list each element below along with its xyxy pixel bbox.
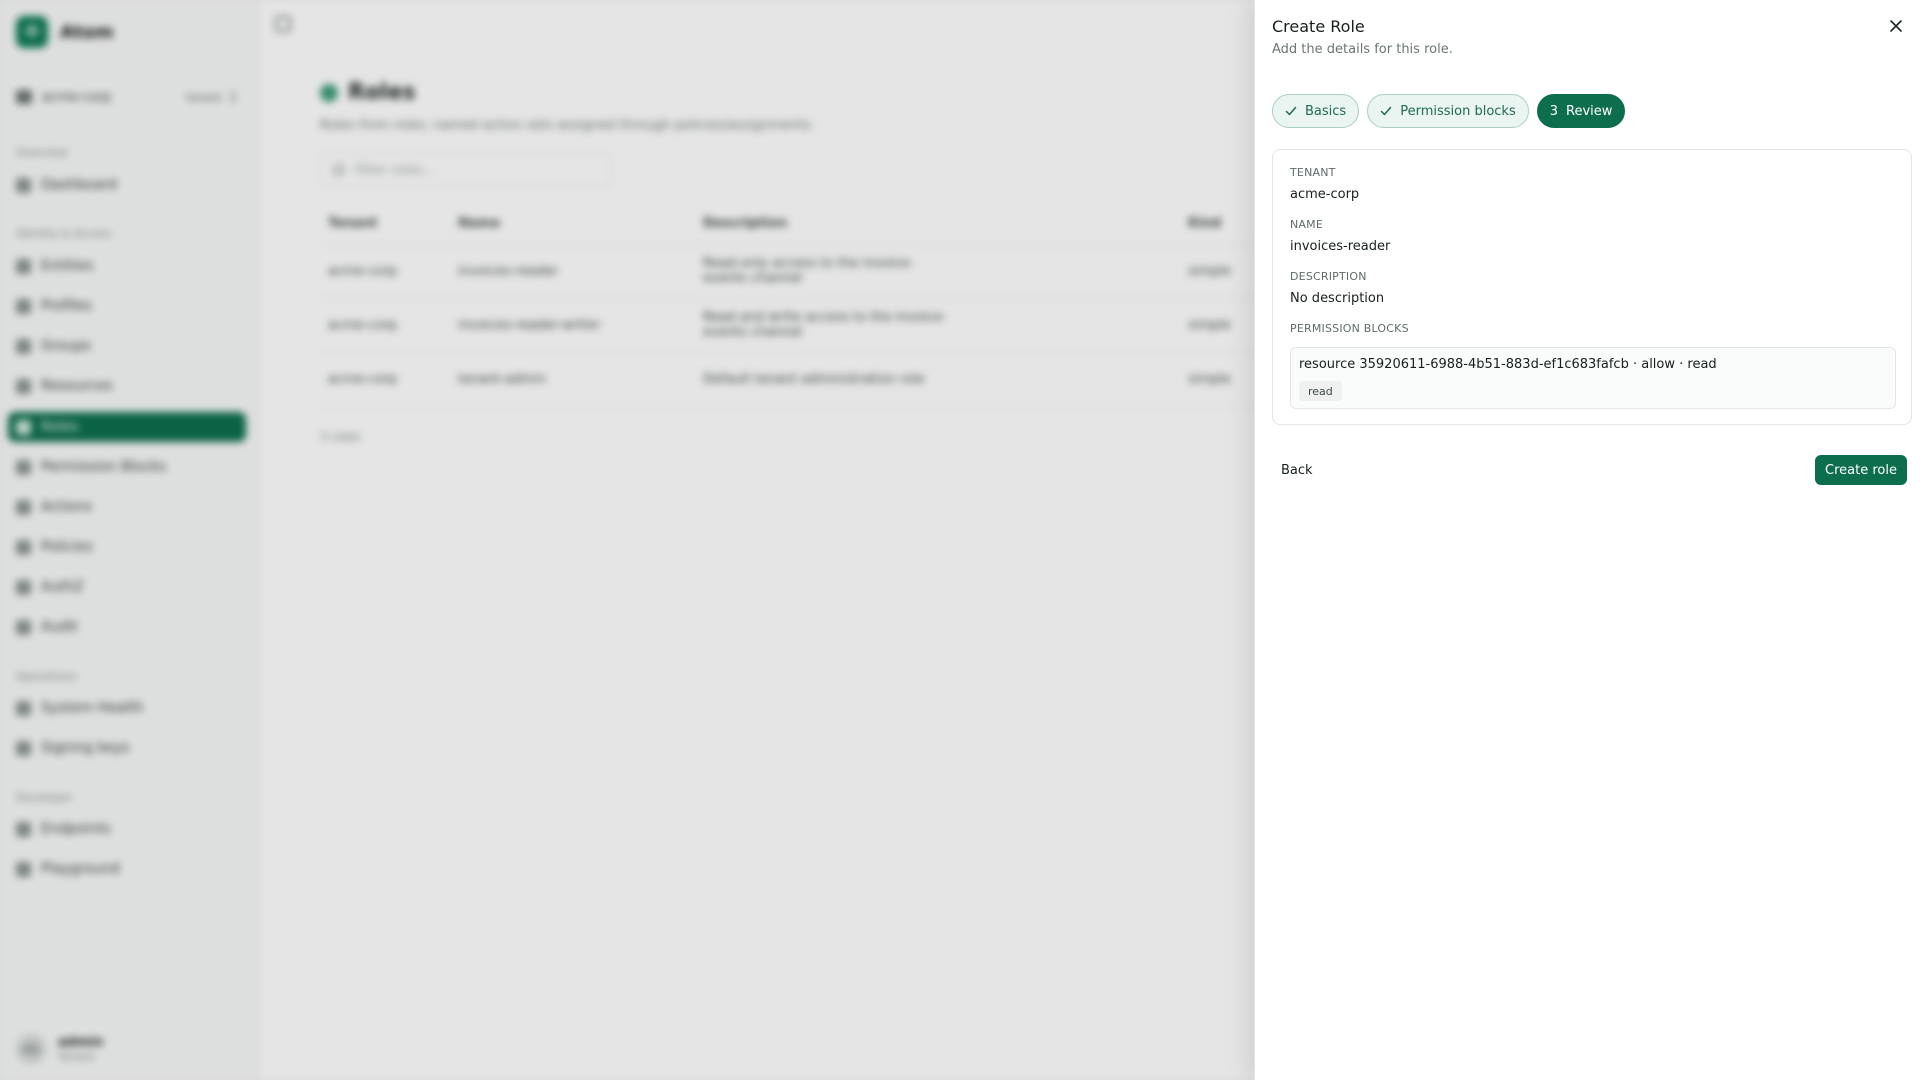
review-card: TENANT acme-corp NAME invoices-reader DE… <box>1272 149 1912 425</box>
sheet-title: Create Role <box>1272 17 1365 36</box>
name-value: invoices-reader <box>1290 239 1391 254</box>
close-button[interactable] <box>1886 16 1906 36</box>
step-basics[interactable]: Basics <box>1272 94 1360 128</box>
permission-blocks-label: PERMISSION BLOCKS <box>1290 322 1409 335</box>
check-icon <box>1285 106 1297 116</box>
step-label: Basics <box>1305 103 1347 119</box>
create-role-button[interactable]: Create role <box>1815 455 1907 485</box>
back-button[interactable]: Back <box>1272 455 1322 485</box>
modal-backdrop[interactable] <box>0 0 1254 1080</box>
close-icon <box>1890 20 1902 32</box>
create-role-sheet: Create Role Add the details for this rol… <box>1254 0 1920 1080</box>
step-number: 3 <box>1549 103 1558 119</box>
step-review[interactable]: 3 Review <box>1536 94 1626 128</box>
action-tag: read <box>1299 381 1342 401</box>
step-permission-blocks[interactable]: Permission blocks <box>1367 94 1529 128</box>
description-value: No description <box>1290 291 1385 306</box>
description-label: DESCRIPTION <box>1290 270 1367 283</box>
permission-block-summary: resource 35920611-6988-4b51-883d-ef1c683… <box>1299 357 1717 372</box>
permission-block-item: resource 35920611-6988-4b51-883d-ef1c683… <box>1290 347 1896 409</box>
sheet-subtitle: Add the details for this role. <box>1272 42 1453 57</box>
check-icon <box>1380 106 1392 116</box>
name-label: NAME <box>1290 218 1323 231</box>
stepper: Basics Permission blocks 3 Review <box>1272 94 1626 128</box>
tenant-value: acme-corp <box>1290 187 1360 202</box>
step-label: Review <box>1566 103 1613 119</box>
tenant-label: TENANT <box>1290 166 1336 179</box>
step-label: Permission blocks <box>1400 103 1516 119</box>
